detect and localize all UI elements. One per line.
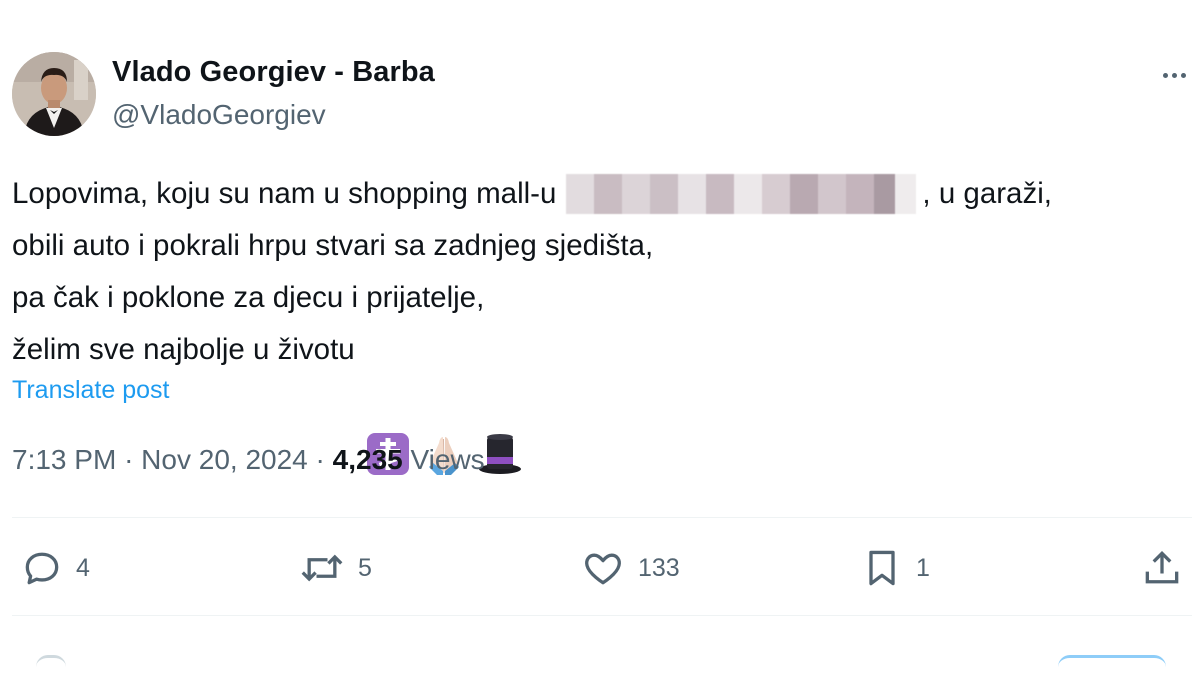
tweet-text: Lopovima, koju su nam u shopping mall-u … (12, 168, 1192, 475)
tweet-text-line: želim sve najbolje u životu (12, 324, 1192, 475)
views-label: Views (410, 444, 485, 475)
more-icon-dot (1171, 72, 1177, 78)
reply-avatar-edge (36, 655, 66, 675)
bookmark-count: 1 (916, 553, 930, 582)
tweet-text-segment: Lopovima, koju su nam u shopping mall-u (12, 177, 557, 210)
tweet-text-line: obili auto i pokrali hrpu stvari sa zadn… (12, 220, 1192, 272)
orthodox-cross-icon (365, 327, 411, 475)
reply-count: 4 (76, 553, 90, 582)
separator: · (124, 444, 141, 475)
like-count: 133 (638, 553, 680, 582)
avatar[interactable] (12, 52, 96, 136)
separator-dot: · (124, 444, 134, 475)
divider (12, 517, 1192, 518)
heart-icon (585, 553, 621, 585)
redacted-location (566, 174, 917, 214)
folded-hands-icon (421, 327, 467, 475)
bookmark-button[interactable]: 1 (860, 545, 930, 591)
tweet-text-segment: pa čak i poklone za djecu i prijatelje, (12, 281, 485, 314)
post-time[interactable]: 7:13 PM (12, 444, 116, 475)
repost-count: 5 (358, 553, 372, 582)
more-options-button[interactable] (1152, 64, 1196, 86)
reply-icon (25, 552, 59, 585)
bookmark-icon (869, 550, 895, 586)
post-metadata: 7:13 PM · Nov 20, 2024 · 4,235 Views (12, 444, 485, 476)
tweet-text-line: pa čak i poklone za djecu i prijatelje, (12, 272, 1192, 324)
share-icon (1145, 550, 1179, 584)
share-button[interactable] (1140, 545, 1184, 591)
translate-post-link[interactable]: Translate post (12, 376, 169, 405)
separator: · (316, 444, 333, 475)
tweet-text-line: Lopovima, koju su nam u shopping mall-u … (12, 168, 1192, 220)
tweet: Vlado Georgiev - Barba @VladoGeorgiev Lo… (0, 0, 1200, 675)
top-hat-icon (477, 327, 523, 474)
reply-button-edge[interactable] (1058, 655, 1166, 675)
repost-button[interactable]: 5 (298, 545, 372, 591)
more-icon-dot (1180, 72, 1186, 78)
handle[interactable]: @VladoGeorgiev (112, 99, 326, 131)
repost-icon (301, 554, 343, 582)
tweet-text-segment: obili auto i pokrali hrpu stvari sa zadn… (12, 229, 654, 262)
like-button[interactable]: 133 (580, 545, 680, 591)
separator-dot: · (315, 444, 325, 475)
display-name[interactable]: Vlado Georgiev - Barba (112, 56, 435, 89)
reply-button[interactable]: 4 (20, 545, 90, 591)
post-date[interactable]: Nov 20, 2024 (141, 444, 308, 475)
views-count[interactable]: 4,235 (333, 444, 403, 475)
divider (12, 615, 1192, 616)
avatar-image (12, 52, 96, 136)
tweet-text-segment: , u garaži, (922, 177, 1052, 210)
tweet-text-segment: želim sve najbolje u životu (12, 333, 355, 366)
more-icon (1162, 72, 1168, 78)
